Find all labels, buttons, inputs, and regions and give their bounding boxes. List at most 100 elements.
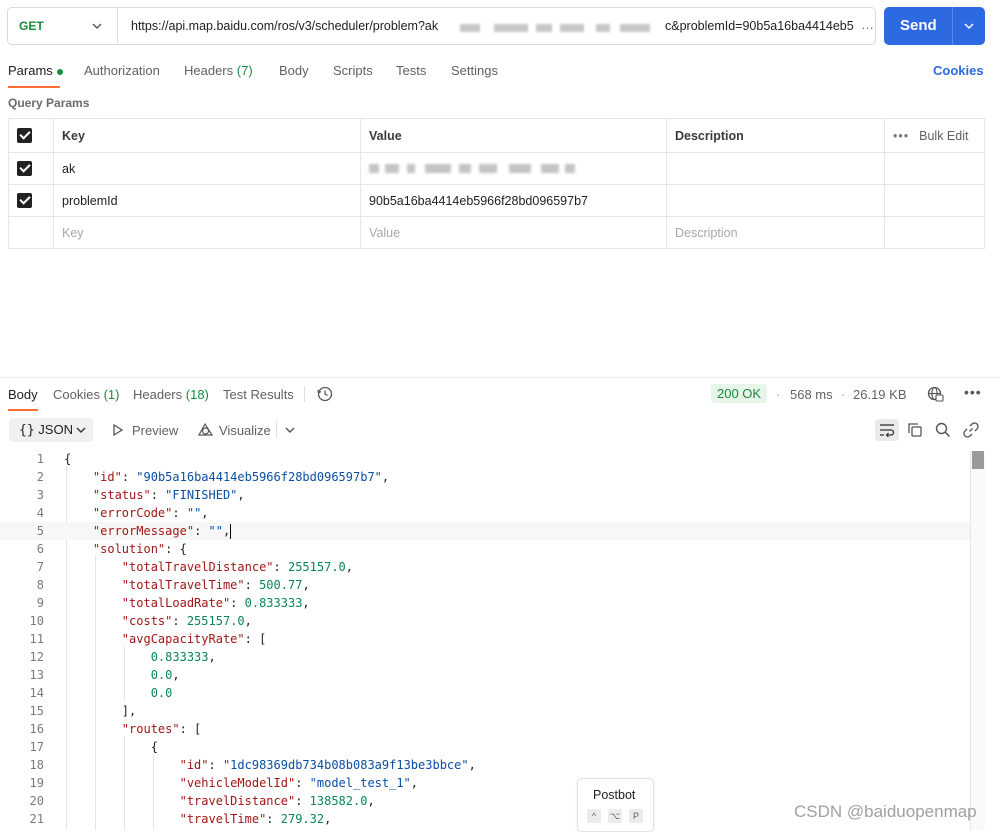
format-value: JSON: [38, 422, 73, 437]
url-input-tail[interactable]: c&problemId=90b5a16ba4414eb5: [665, 19, 854, 33]
chevron-down-icon: [76, 427, 86, 433]
response-tab-headers[interactable]: Headers (18): [133, 387, 209, 402]
editor-scrollbar[interactable]: [970, 451, 985, 830]
value-placeholder[interactable]: Value: [360, 216, 667, 249]
word-wrap-icon: [880, 424, 895, 438]
line-number: 21: [29, 812, 44, 826]
select-all-checkbox[interactable]: [17, 128, 32, 144]
code-text: {: [64, 452, 72, 466]
line-number: 12: [29, 650, 44, 664]
param-key[interactable]: problemId: [53, 184, 361, 217]
code-line: 10 "costs": 255157.0,: [0, 612, 984, 630]
tab-params-label: Params: [8, 63, 53, 78]
tab-headers[interactable]: Headers (7): [184, 63, 253, 78]
code-line: 1{: [0, 450, 984, 468]
more-icon[interactable]: •••: [964, 384, 982, 400]
meta-separator: ·: [776, 387, 781, 402]
shortcut-key: ^: [587, 809, 601, 823]
toolbar-divider: [276, 421, 277, 438]
line-number: 18: [29, 758, 44, 772]
redacted-value: [369, 162, 658, 176]
postbot-button[interactable]: Postbot ^ ⌥ P: [577, 778, 654, 832]
row-checkbox-cell[interactable]: [8, 184, 54, 217]
tab-params[interactable]: Params: [8, 63, 63, 78]
bulk-edit-button[interactable]: ••• Bulk Edit: [884, 118, 985, 153]
description-placeholder[interactable]: Description: [666, 216, 885, 249]
select-all-cell[interactable]: [8, 118, 54, 153]
url-redacted: [456, 19, 666, 35]
code-line: 7 "totalTravelDistance": 255157.0,: [0, 558, 984, 576]
tab-authorization[interactable]: Authorization: [84, 63, 160, 78]
url-input[interactable]: https://api.map.baidu.com/ros/v3/schedul…: [131, 19, 438, 33]
visualize-button[interactable]: Visualize: [219, 423, 271, 438]
word-wrap-button[interactable]: [875, 419, 899, 441]
line-number: 4: [36, 506, 44, 520]
query-params-title: Query Params: [8, 96, 90, 110]
format-select[interactable]: {} JSON: [9, 418, 93, 442]
link-icon[interactable]: [962, 421, 980, 439]
response-divider: [0, 377, 1000, 378]
response-size[interactable]: 26.19 KB: [853, 387, 907, 402]
chevron-down-icon[interactable]: [962, 20, 976, 32]
preview-button[interactable]: Preview: [132, 423, 178, 438]
cookies-link[interactable]: Cookies: [933, 63, 984, 78]
globe-icon[interactable]: [926, 385, 944, 403]
line-number: 7: [36, 560, 44, 574]
visualize-icon[interactable]: [197, 421, 214, 438]
tab-headers-count: (7): [236, 63, 253, 78]
line-number: 19: [29, 776, 44, 790]
chevron-down-icon: [92, 23, 102, 29]
text-cursor: [230, 524, 232, 539]
code-text: "totalLoadRate": 0.833333,: [121, 596, 310, 610]
search-icon[interactable]: [934, 421, 952, 439]
code-text: "costs": 255157.0,: [121, 614, 252, 628]
editor-scroll-thumb[interactable]: [972, 451, 984, 469]
param-description[interactable]: [666, 152, 885, 185]
param-value[interactable]: 90b5a16ba4414eb5966f28bd096597b7: [360, 184, 667, 217]
code-text: "avgCapacityRate": [: [121, 632, 267, 646]
tab-body[interactable]: Body: [279, 63, 309, 78]
history-icon[interactable]: [316, 385, 334, 403]
status-badge[interactable]: 200 OK: [711, 384, 768, 403]
code-text: "status": "FINISHED",: [92, 488, 245, 502]
shortcut-key: ⌥: [608, 809, 622, 823]
table-row: ak: [8, 152, 985, 185]
copy-icon[interactable]: [906, 421, 924, 439]
code-line: 15 ],: [0, 702, 984, 720]
url-overflow: …: [861, 17, 874, 32]
shortcut-key: P: [629, 809, 643, 823]
code-line: 13 0.0,: [0, 666, 984, 684]
send-divider: [952, 7, 953, 45]
param-key[interactable]: ak: [53, 152, 361, 185]
code-line: 2 "id": "90b5a16ba4414eb5966f28bd096597b…: [0, 468, 984, 486]
row-checkbox[interactable]: [17, 193, 32, 209]
code-text: "errorMessage": "",: [92, 524, 232, 539]
tab-params-underline: [8, 86, 60, 88]
tab-scripts[interactable]: Scripts: [333, 63, 373, 78]
table-row: problemId 90b5a16ba4414eb5966f28bd096597…: [8, 184, 985, 217]
response-body-editor[interactable]: 1{2 "id": "90b5a16ba4414eb5966f28bd09659…: [0, 448, 984, 830]
response-time[interactable]: 568 ms: [790, 387, 833, 402]
response-tab-test-results[interactable]: Test Results: [223, 387, 294, 402]
code-text: "travelDistance": 138582.0,: [179, 794, 375, 808]
code-line: 12 0.833333,: [0, 648, 984, 666]
key-placeholder[interactable]: Key: [53, 216, 361, 249]
play-icon[interactable]: [111, 423, 124, 437]
param-description[interactable]: [666, 184, 885, 217]
postbot-title: Postbot: [593, 788, 636, 802]
row-extra-cell: [884, 152, 985, 185]
response-tab-cookies[interactable]: Cookies (1): [53, 387, 119, 402]
param-value-redacted[interactable]: [360, 152, 667, 185]
row-checkbox[interactable]: [17, 161, 32, 177]
code-line: 6 "solution": {: [0, 540, 984, 558]
row-checkbox-cell[interactable]: [8, 152, 54, 185]
chevron-down-icon[interactable]: [283, 424, 297, 436]
tab-tests[interactable]: Tests: [396, 63, 426, 78]
send-button[interactable]: Send: [884, 7, 985, 45]
response-tab-body[interactable]: Body: [8, 387, 38, 402]
method-select[interactable]: GET: [8, 8, 118, 44]
code-text: "totalTravelTime": 500.77,: [121, 578, 310, 592]
row-extra-cell: [884, 216, 985, 249]
tab-settings[interactable]: Settings: [451, 63, 498, 78]
response-tab-cookies-label: Cookies: [53, 387, 100, 402]
